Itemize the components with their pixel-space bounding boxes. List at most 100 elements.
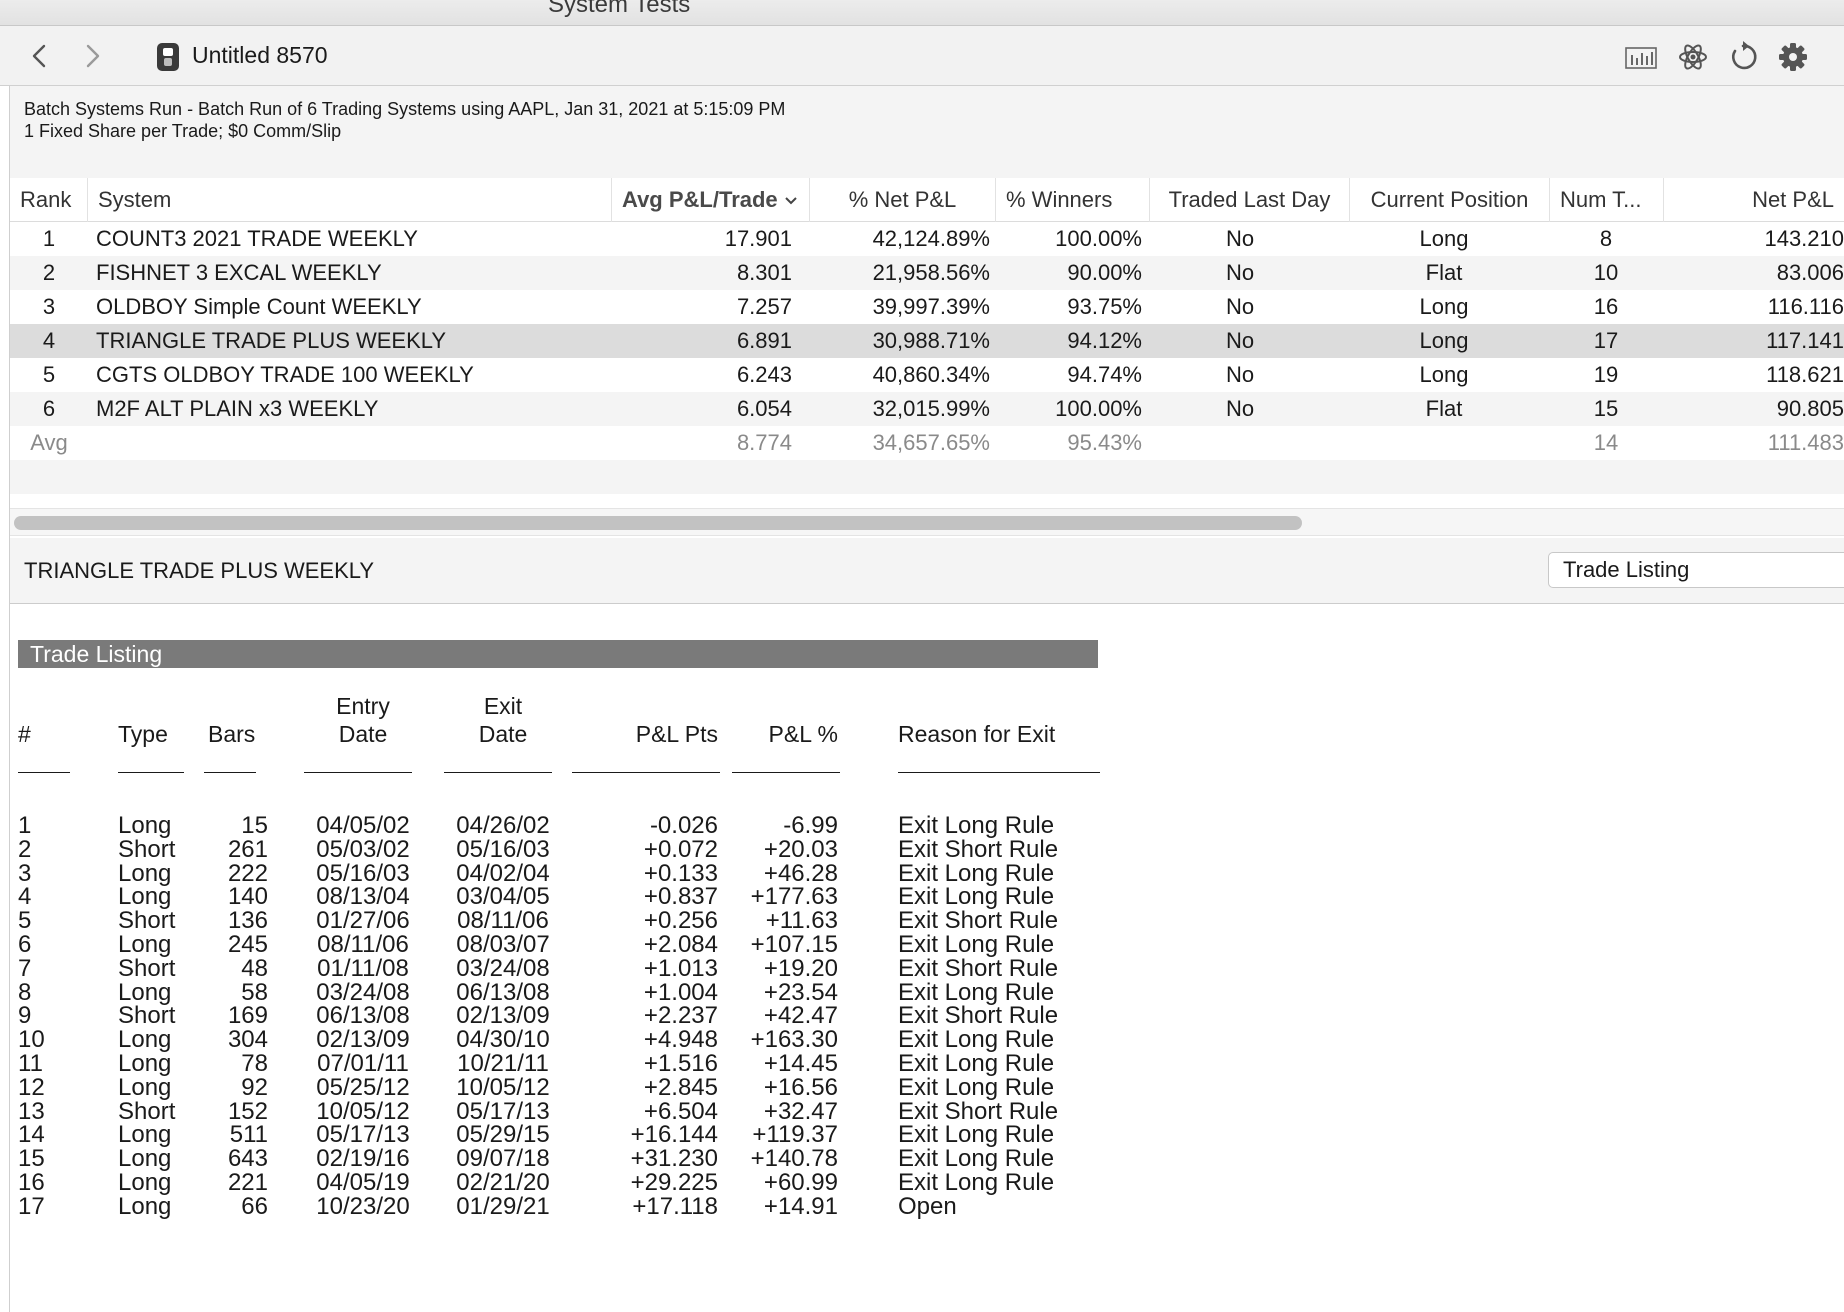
avg-pnl-cell: 17.901 [724, 226, 792, 251]
trade-exit-reason: Open [898, 1192, 957, 1220]
col-system[interactable]: System [88, 178, 612, 222]
ranking-rows: 1 COUNT3 2021 TRADE WEEKLY 17.901 42,124… [10, 222, 1844, 494]
col-num-trades[interactable]: Num T... [1550, 178, 1664, 222]
col-rank[interactable]: Rank [10, 178, 88, 222]
header-underline [444, 772, 552, 773]
system-cell: COUNT3 2021 TRADE WEEKLY [96, 226, 418, 251]
ranking-header: Rank System Avg P&L/Trade % Net P&L % Wi… [10, 178, 1844, 222]
rank-cell: 3 [42, 294, 56, 319]
num-trades-cell: 10 [1593, 260, 1619, 285]
header-exit: Exit [483, 693, 523, 719]
selected-system-name: TRIANGLE TRADE PLUS WEEKLY [24, 558, 375, 583]
avg-pnl-cell: 6.891 [736, 328, 792, 353]
settings-button[interactable] [1776, 40, 1810, 74]
detail-header: TRIANGLE TRADE PLUS WEEKLY Trade Listing [10, 538, 1844, 604]
rank-cell: 2 [42, 260, 56, 285]
atom-icon [1679, 44, 1707, 70]
pct-net-cell: 39,997.39% [872, 294, 990, 319]
pct-winners-cell: 95.43% [1067, 430, 1142, 455]
trade-num: 17 [18, 1192, 45, 1220]
window-title: System Tests [548, 0, 691, 18]
col-pct-net[interactable]: % Net P&L [810, 178, 996, 222]
ranking-row[interactable]: 2 FISHNET 3 EXCAL WEEKLY 8.301 21,958.56… [10, 256, 1844, 290]
run-settings: 1 Fixed Share per Trade; $0 Comm/Slip [24, 121, 342, 141]
col-avg-pnl[interactable]: Avg P&L/Trade [612, 178, 810, 222]
window-titlebar: System Tests [0, 0, 1844, 26]
traded-last-day-cell: No [1225, 328, 1255, 353]
header-underline [18, 772, 70, 773]
avg-pnl-cell: 8.774 [736, 430, 792, 455]
traded-last-day-cell: No [1225, 362, 1255, 387]
scrollbar-thumb[interactable] [14, 516, 1302, 530]
net-pnl-cell: 83.006 [1776, 260, 1844, 285]
trade-listing-report: Trade Listing # Type Bars Entry Date Exi… [10, 604, 1844, 1312]
pct-winners-cell: 100.00% [1055, 396, 1142, 421]
pct-net-cell: 21,958.56% [872, 260, 990, 285]
system-cell: M2F ALT PLAIN x3 WEEKLY [96, 396, 379, 421]
pct-winners-cell: 94.74% [1067, 362, 1142, 387]
system-cell: TRIANGLE TRADE PLUS WEEKLY [96, 328, 447, 353]
traded-last-day-cell: No [1225, 294, 1255, 319]
document-title[interactable]: Untitled 8570 [192, 42, 328, 69]
header-underline [572, 772, 720, 773]
net-pnl-cell: 111.483 [1767, 430, 1844, 455]
trade-entry-date: 10/23/20 [316, 1192, 410, 1220]
systems-ranking-table: Rank System Avg P&L/Trade % Net P&L % Wi… [10, 178, 1844, 494]
ranking-row-selected[interactable]: 4 TRIANGLE TRADE PLUS WEEKLY 6.891 30,98… [10, 324, 1844, 358]
avg-label: Avg [30, 430, 68, 455]
ranking-empty-row [10, 460, 1844, 494]
avg-pnl-cell: 6.243 [736, 362, 792, 387]
report-view-select[interactable]: Trade Listing [1548, 552, 1844, 588]
header-pnl-pts: P&L Pts [635, 721, 718, 747]
rank-cell: 5 [42, 362, 56, 387]
col-net-pnl[interactable]: Net P&L [1664, 178, 1844, 222]
num-trades-cell: 17 [1593, 328, 1619, 353]
current-position-cell: Long [1419, 294, 1469, 319]
refresh-button[interactable] [1726, 40, 1760, 74]
rank-cell: 1 [42, 226, 56, 251]
ranking-row[interactable]: 6 M2F ALT PLAIN x3 WEEKLY 6.054 32,015.9… [10, 392, 1844, 426]
col-pct-winners[interactable]: % Winners [996, 178, 1150, 222]
pct-winners-cell: 93.75% [1067, 294, 1142, 319]
refresh-icon [1732, 41, 1757, 70]
pct-net-cell: 42,124.89% [872, 226, 990, 251]
net-pnl-cell: 118.621 [1766, 362, 1844, 387]
optimize-button[interactable] [1676, 40, 1710, 74]
trade-pnl-pct: +14.91 [763, 1192, 838, 1220]
col-current-position[interactable]: Current Position [1350, 178, 1550, 222]
pct-net-cell: 30,988.71% [872, 328, 990, 353]
num-trades-cell: 14 [1593, 430, 1619, 455]
pct-winners-cell: 94.12% [1067, 328, 1142, 353]
run-description: Batch Systems Run - Batch Run of 6 Tradi… [24, 99, 786, 119]
num-trades-cell: 8 [1599, 226, 1613, 251]
horizontal-scrollbar[interactable] [10, 508, 1844, 536]
col-traded-last-day[interactable]: Traded Last Day [1150, 178, 1350, 222]
document-icon [156, 42, 180, 72]
avg-pnl-cell: 7.257 [736, 294, 792, 319]
chevron-left-icon [32, 44, 46, 68]
chevron-right-icon [86, 44, 100, 68]
pct-net-cell: 32,015.99% [872, 396, 990, 421]
header-entry: Entry [336, 693, 390, 719]
forward-button[interactable] [74, 38, 110, 74]
pct-winners-cell: 100.00% [1055, 226, 1142, 251]
rank-cell: 4 [42, 328, 56, 353]
header-type: Type [118, 721, 168, 747]
trade-row: 17 Long 66 10/23/20 01/29/21 +17.118 +14.91 Ope… [10, 1193, 1110, 1221]
ranking-row[interactable]: 3 OLDBOY Simple Count WEEKLY 7.257 39,99… [10, 290, 1844, 324]
ranking-row[interactable]: 1 COUNT3 2021 TRADE WEEKLY 17.901 42,124… [10, 222, 1844, 256]
trade-pnl-pts: +17.118 [632, 1192, 718, 1220]
current-position-cell: Long [1419, 226, 1469, 251]
back-button[interactable] [22, 38, 58, 74]
ranking-row[interactable]: 5 CGTS OLDBOY TRADE 100 WEEKLY 6.243 40,… [10, 358, 1844, 392]
header-exit-date: Date [478, 721, 528, 747]
current-position-cell: Flat [1425, 396, 1463, 421]
current-position-cell: Flat [1425, 260, 1463, 285]
gear-icon [1779, 43, 1807, 71]
trade-type: Long [118, 1192, 172, 1220]
bar-chart-icon [1625, 47, 1657, 69]
bar-chart-button[interactable] [1624, 40, 1658, 74]
header-underline [204, 772, 256, 773]
header-underline [898, 772, 1100, 773]
run-info: Batch Systems Run - Batch Run of 6 Tradi… [10, 86, 1844, 178]
